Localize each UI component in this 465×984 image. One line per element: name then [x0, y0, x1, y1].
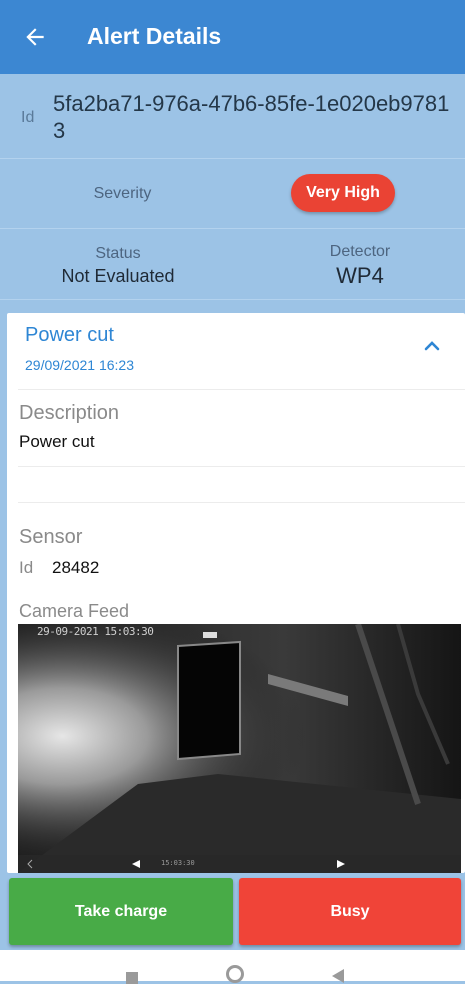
card-datetime: 29/09/2021 16:23 — [25, 357, 134, 373]
action-bar: Take charge Busy — [0, 873, 465, 950]
description-value: Power cut — [19, 432, 95, 451]
severity-label: Severity — [93, 185, 152, 202]
alert-id-value: 5fa2ba71-976a-47b6-85fe-1e020eb97813 — [53, 91, 450, 143]
status-value: Not Evaluated — [61, 266, 175, 286]
recents-square-icon[interactable] — [126, 972, 138, 984]
app-bar: Alert Details — [0, 0, 465, 74]
busy-button[interactable]: Busy — [239, 878, 461, 945]
system-nav-bar — [0, 950, 465, 984]
camera-feed-label: Camera Feed — [19, 601, 130, 621]
status-label: Status — [95, 245, 141, 262]
sensor-id-label: Id — [19, 558, 34, 577]
alert-id-label: Id — [21, 109, 35, 126]
video-controls: 15:03:30 — [18, 855, 461, 873]
camera-scene — [18, 624, 461, 873]
play-icon[interactable] — [336, 859, 346, 869]
take-charge-button[interactable]: Take charge — [9, 878, 233, 945]
sensor-label: Sensor — [19, 526, 83, 548]
camera-timestamp: 29-09-2021 15:03:30 — [37, 625, 154, 638]
back-triangle-icon[interactable] — [330, 968, 346, 984]
scroll-left-icon[interactable] — [26, 859, 34, 869]
arrow-left-icon[interactable] — [22, 24, 48, 50]
description-label: Description — [19, 402, 120, 424]
alert-id-row: Id 5fa2ba71-976a-47b6-85fe-1e020eb97813 — [0, 74, 465, 159]
camera-feed-image[interactable]: 29-09-2021 15:03:30 15:03:30 — [18, 624, 461, 873]
detector-value: WP4 — [336, 263, 384, 288]
card-title[interactable]: Power cut — [25, 324, 114, 347]
status-detector-row: Status Not Evaluated Detector WP4 — [0, 229, 465, 300]
severity-row: Severity — [0, 158, 465, 229]
camera-time: 15:03:30 — [161, 859, 195, 867]
home-circle-icon[interactable] — [226, 965, 244, 983]
divider — [18, 389, 465, 390]
alert-card: Power cut 29/09/2021 16:23 Description P… — [7, 313, 465, 873]
rewind-icon[interactable] — [131, 859, 141, 869]
sensor-id-value: 28482 — [52, 558, 100, 577]
page-title: Alert Details — [87, 23, 222, 49]
divider — [18, 502, 465, 503]
chevron-up-icon[interactable] — [423, 339, 441, 353]
divider — [18, 466, 465, 467]
severity-badge: Very High — [291, 174, 395, 212]
detector-label: Detector — [329, 243, 391, 260]
